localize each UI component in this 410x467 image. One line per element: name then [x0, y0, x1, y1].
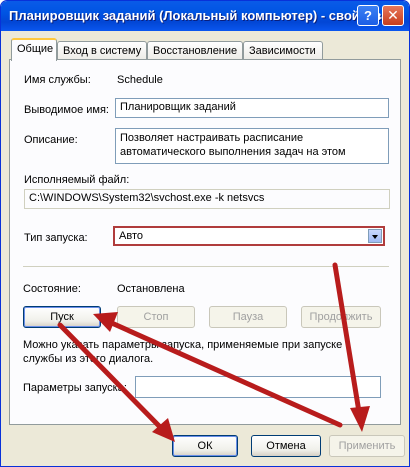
hint-line-2: службы из этого диалога. — [23, 353, 154, 365]
startup-type-value: Авто — [119, 230, 143, 242]
tab-recovery[interactable]: Восстановление — [147, 41, 243, 60]
tab-general[interactable]: Общие — [11, 38, 57, 61]
params-label: Параметры запуска: — [23, 382, 127, 394]
description-field[interactable]: Позволяет настраивать расписание автомат… — [115, 128, 389, 164]
tab-dependencies[interactable]: Зависимости — [243, 41, 323, 60]
start-button[interactable]: Пуск — [23, 306, 101, 328]
apply-button: Применить — [329, 435, 405, 457]
title-bar[interactable]: Планировщик заданий (Локальный компьютер… — [1, 1, 409, 31]
status-value: Остановлена — [117, 283, 185, 295]
pause-button: Пауза — [209, 306, 287, 328]
close-button[interactable]: ✕ — [382, 5, 404, 26]
description-line-2: автоматического выполнения задач на этом — [120, 146, 346, 158]
service-name-label: Имя службы: — [24, 74, 91, 86]
ok-button[interactable]: ОК — [172, 435, 238, 457]
params-input[interactable] — [135, 376, 381, 398]
status-label: Состояние: — [23, 283, 81, 295]
startup-type-label: Тип запуска: — [24, 232, 88, 244]
resume-button: Продолжить — [301, 306, 381, 328]
cancel-button[interactable]: Отмена — [251, 435, 321, 457]
tab-logon[interactable]: Вход в систему — [57, 41, 147, 60]
stop-button: Стоп — [117, 306, 195, 328]
tab-strip: Общие Вход в систему Восстановление Зави… — [9, 38, 401, 61]
properties-dialog: Планировщик заданий (Локальный компьютер… — [0, 0, 410, 467]
hint-line-1: Можно указать параметры запуска, применя… — [23, 339, 343, 351]
executable-label: Исполняемый файл: — [24, 174, 130, 186]
display-name-label: Выводимое имя: — [24, 104, 109, 116]
startup-type-select[interactable]: Авто — [113, 226, 385, 246]
executable-path: C:\WINDOWS\System32\svchost.exe -k netsv… — [24, 189, 390, 209]
description-line-1: Позволяет настраивать расписание — [120, 132, 304, 144]
display-name-field[interactable]: Планировщик заданий — [115, 98, 389, 118]
description-label: Описание: — [24, 134, 78, 146]
service-name-value: Schedule — [117, 74, 163, 86]
help-button[interactable]: ? — [357, 5, 379, 26]
separator — [23, 266, 389, 267]
chevron-down-icon[interactable] — [368, 229, 382, 243]
window-title: Планировщик заданий (Локальный компьютер… — [9, 8, 389, 23]
